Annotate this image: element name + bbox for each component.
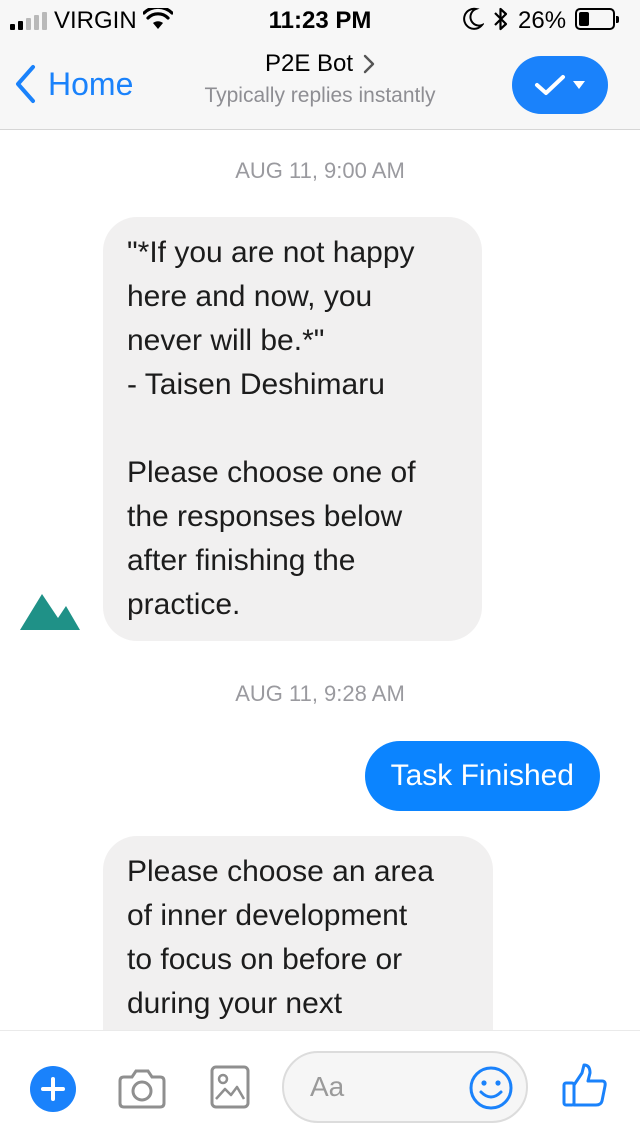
camera-icon[interactable] (118, 1067, 166, 1109)
message-input-container (282, 1051, 528, 1123)
emoji-icon[interactable] (468, 1065, 514, 1111)
back-button[interactable]: Home (14, 60, 133, 108)
caret-down-icon (573, 81, 585, 89)
plus-icon[interactable] (30, 1066, 76, 1112)
message-timestamp: AUG 11, 9:28 AM (235, 681, 405, 706)
message-timestamp: AUG 11, 9:00 AM (235, 158, 405, 183)
bot-message-bubble: Please choose an area of inner developme… (103, 836, 493, 1056)
battery-percentage: 26% (518, 7, 567, 34)
thumbs-up-icon[interactable] (562, 1063, 608, 1109)
options-button[interactable] (512, 56, 608, 114)
user-reply-bubble[interactable]: Task Finished (364, 741, 600, 811)
back-button-label: Home (48, 65, 134, 102)
status-bar: VIRGIN 11:23 PM 26% (0, 0, 640, 40)
gallery-icon[interactable] (210, 1065, 250, 1109)
message-input[interactable] (310, 1065, 460, 1109)
battery-icon (575, 8, 619, 30)
contact-name: P2E Bot (264, 50, 354, 77)
conversation-header: Home P2E Bot Typically replies instantly (0, 40, 640, 130)
chevron-right-icon (363, 54, 375, 74)
moon-icon (463, 7, 484, 30)
bluetooth-icon (494, 7, 508, 31)
contact-title[interactable]: P2E Bot Typically replies instantly (170, 50, 470, 108)
bot-message-bubble: "*If you are not happy here and now, you… (103, 217, 482, 641)
contact-status: Typically replies instantly (204, 84, 436, 107)
check-icon (535, 75, 565, 95)
message-composer (0, 1030, 640, 1136)
mountain-icon (20, 594, 80, 630)
back-chevron-icon (16, 65, 35, 103)
